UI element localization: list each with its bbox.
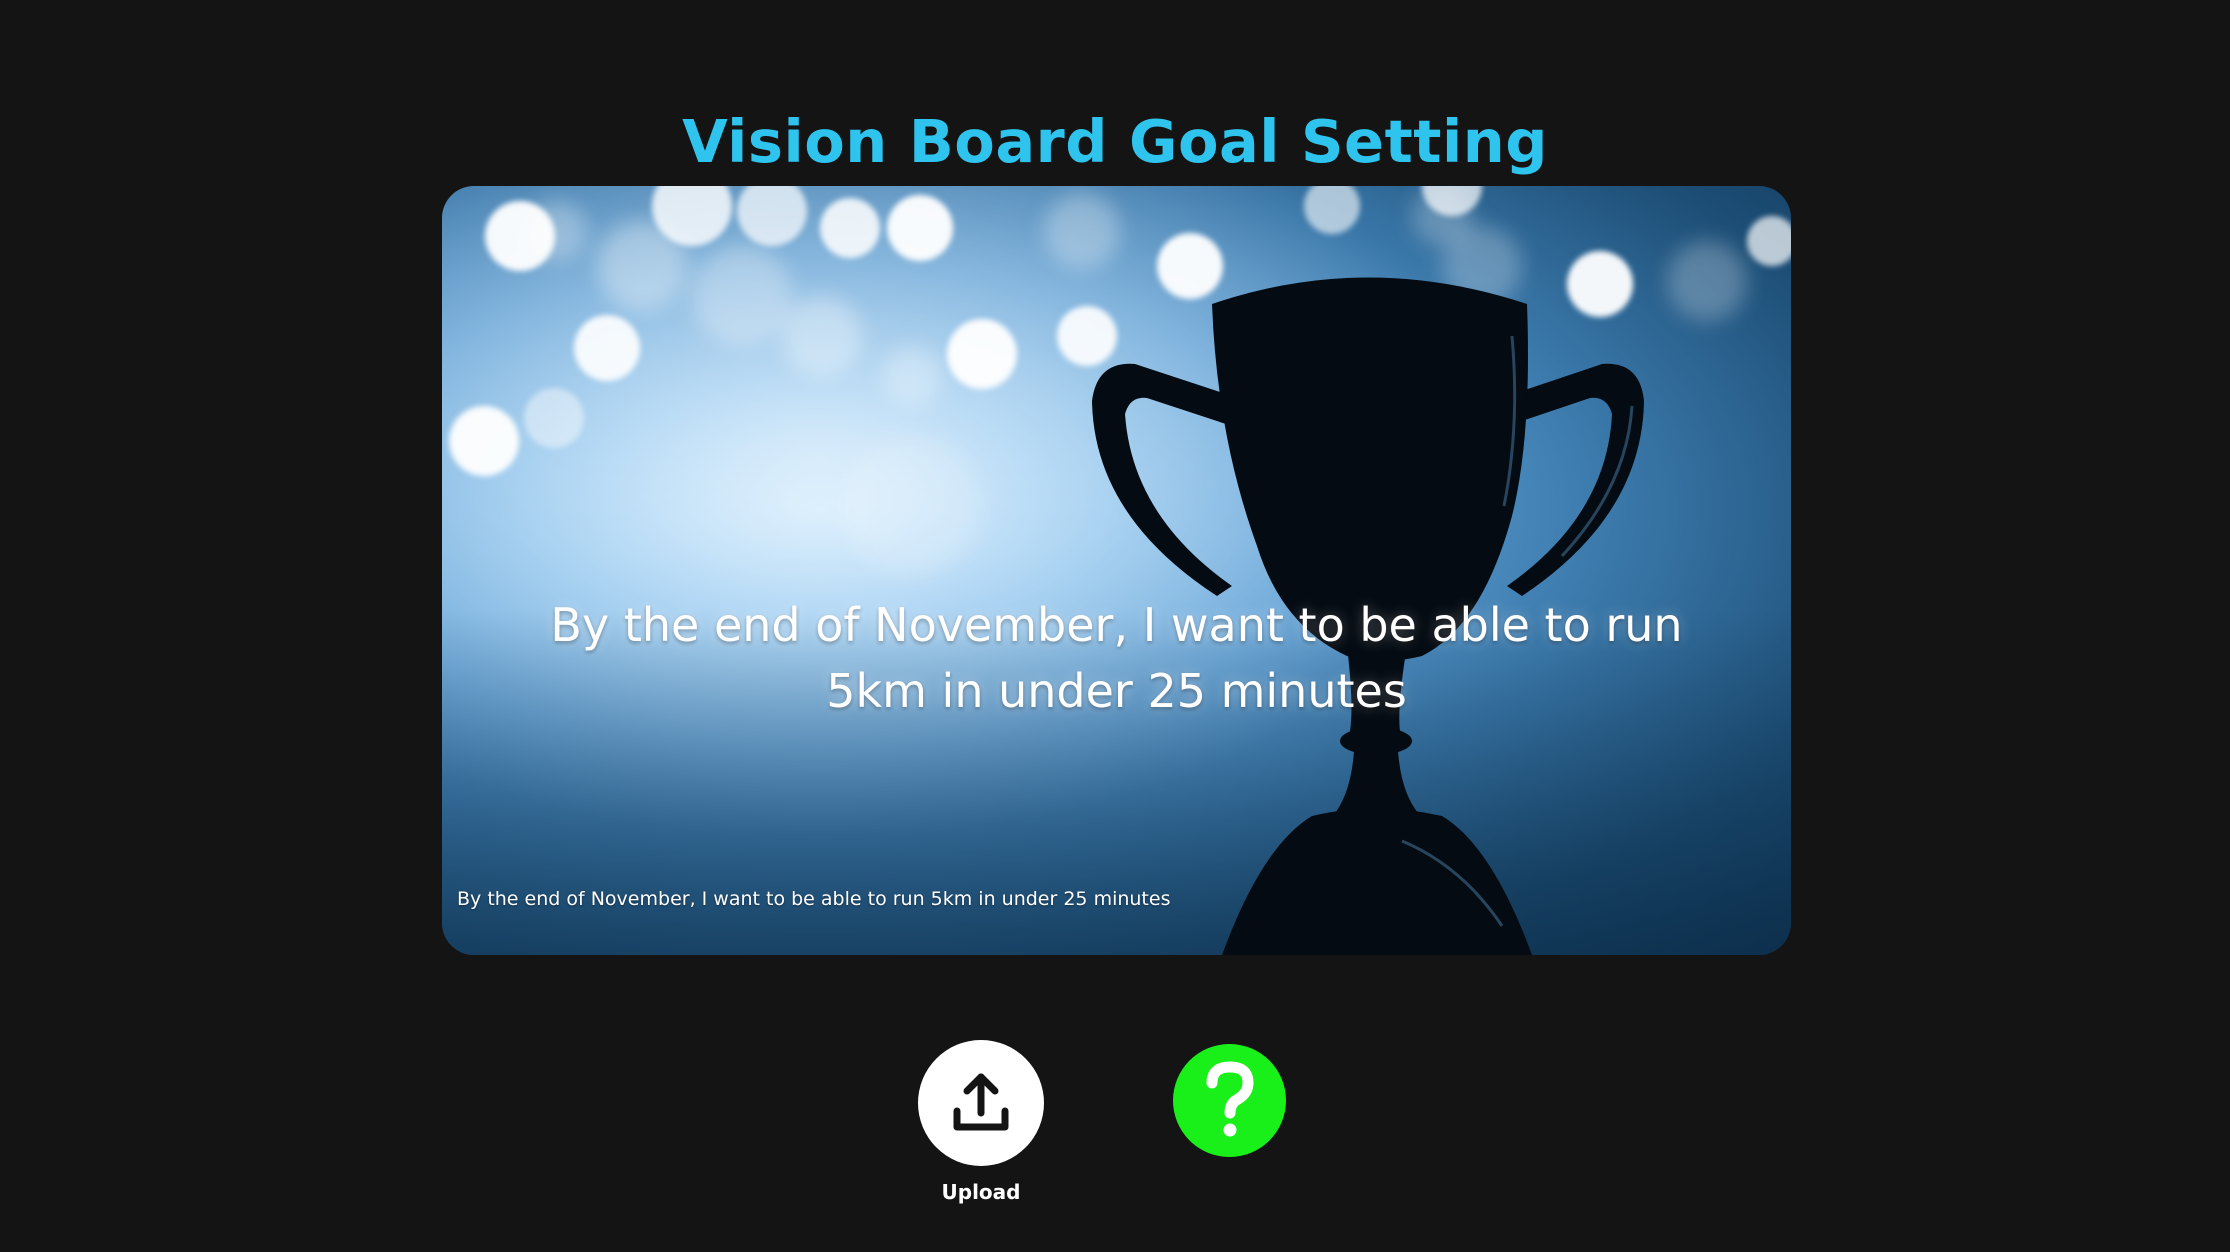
resize-handle-icon[interactable] bbox=[1777, 941, 1787, 951]
goal-text: By the end of November, I want to be abl… bbox=[550, 598, 1683, 718]
question-icon bbox=[1206, 1060, 1254, 1136]
upload-button[interactable] bbox=[918, 1040, 1044, 1166]
goal-caption: By the end of November, I want to be abl… bbox=[457, 888, 1171, 910]
upload-label: Upload bbox=[941, 1180, 1021, 1204]
page: Vision Board Goal Setting By the end of … bbox=[0, 0, 2230, 1252]
vision-board-card[interactable]: By the end of November, I want to be abl… bbox=[442, 186, 1791, 955]
page-title: Vision Board Goal Setting bbox=[682, 107, 1548, 176]
trophy-background-image bbox=[442, 186, 1791, 955]
upload-icon bbox=[953, 1073, 1009, 1131]
help-button[interactable] bbox=[1173, 1044, 1286, 1157]
